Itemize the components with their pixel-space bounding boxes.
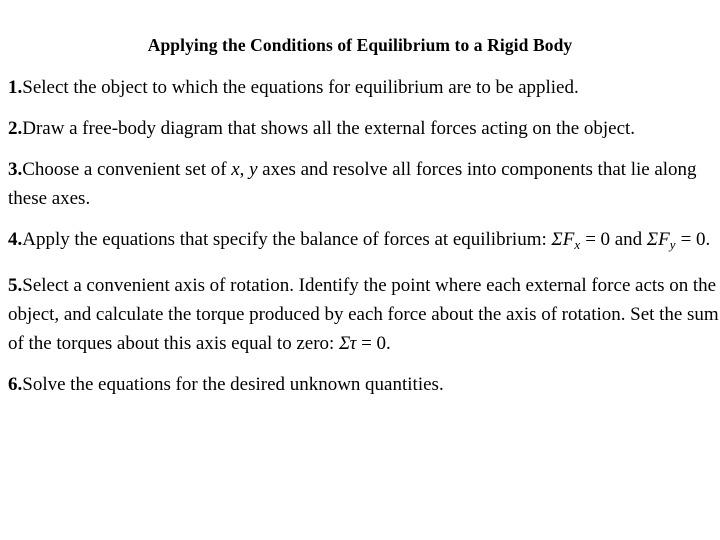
sigma-symbol: Σ [339, 333, 350, 355]
slide-canvas: Applying the Conditions of Equilibrium t… [0, 0, 720, 540]
step-number: 3. [8, 159, 23, 180]
list-item: 6.Solve the equations for the desired un… [8, 370, 720, 399]
step-text: Draw a free-body diagram that shows all … [22, 118, 636, 139]
equation-period: . [385, 333, 391, 355]
sigma-symbol: Σ [551, 229, 563, 250]
force-symbol: F [562, 229, 575, 250]
step-number: 2. [8, 118, 23, 139]
force-symbol: F [658, 229, 670, 250]
equation-sum-fy: ΣFy = 0 [646, 229, 706, 252]
list-item: 3.Choose a convenient set of x, y axes a… [8, 155, 720, 213]
step-number: 6. [8, 374, 23, 396]
equals-zero: = 0 [675, 229, 706, 250]
list-item: 1.Select the object to which the equatio… [8, 73, 720, 102]
step-number: 4. [8, 229, 23, 250]
step-text-lead: Apply the equations that specify the bal… [22, 229, 552, 250]
list-item: 5.Select a convenient axis of rotation. … [8, 271, 720, 358]
page-title: Applying the Conditions of Equilibrium t… [147, 35, 573, 55]
equals-zero: = 0 [580, 229, 611, 250]
step-text-comma: , [239, 159, 250, 180]
axis-label-y: y [249, 159, 258, 180]
step-text: Solve the equations for the desired unkn… [22, 374, 444, 396]
equation-sum-torque: Στ = 0 [339, 333, 386, 354]
equation-conjunction: and [610, 229, 647, 250]
equation-sum-fx: ΣFx = 0 [551, 229, 611, 252]
step-number: 1. [8, 77, 23, 98]
list-item: 2.Draw a free-body diagram that shows al… [8, 114, 720, 143]
equation-period: . [705, 229, 711, 250]
step-number: 5. [8, 275, 23, 297]
list-item: 4.Apply the equations that specify the b… [8, 225, 720, 259]
steps-list: 1.Select the object to which the equatio… [8, 73, 720, 399]
sigma-symbol: Σ [646, 229, 659, 250]
equals-zero: = 0 [356, 333, 386, 355]
step-text: Select the object to which the equations… [22, 77, 579, 98]
step-text-lead: Choose a convenient set of [22, 159, 232, 180]
axis-label-x: x [231, 159, 240, 180]
